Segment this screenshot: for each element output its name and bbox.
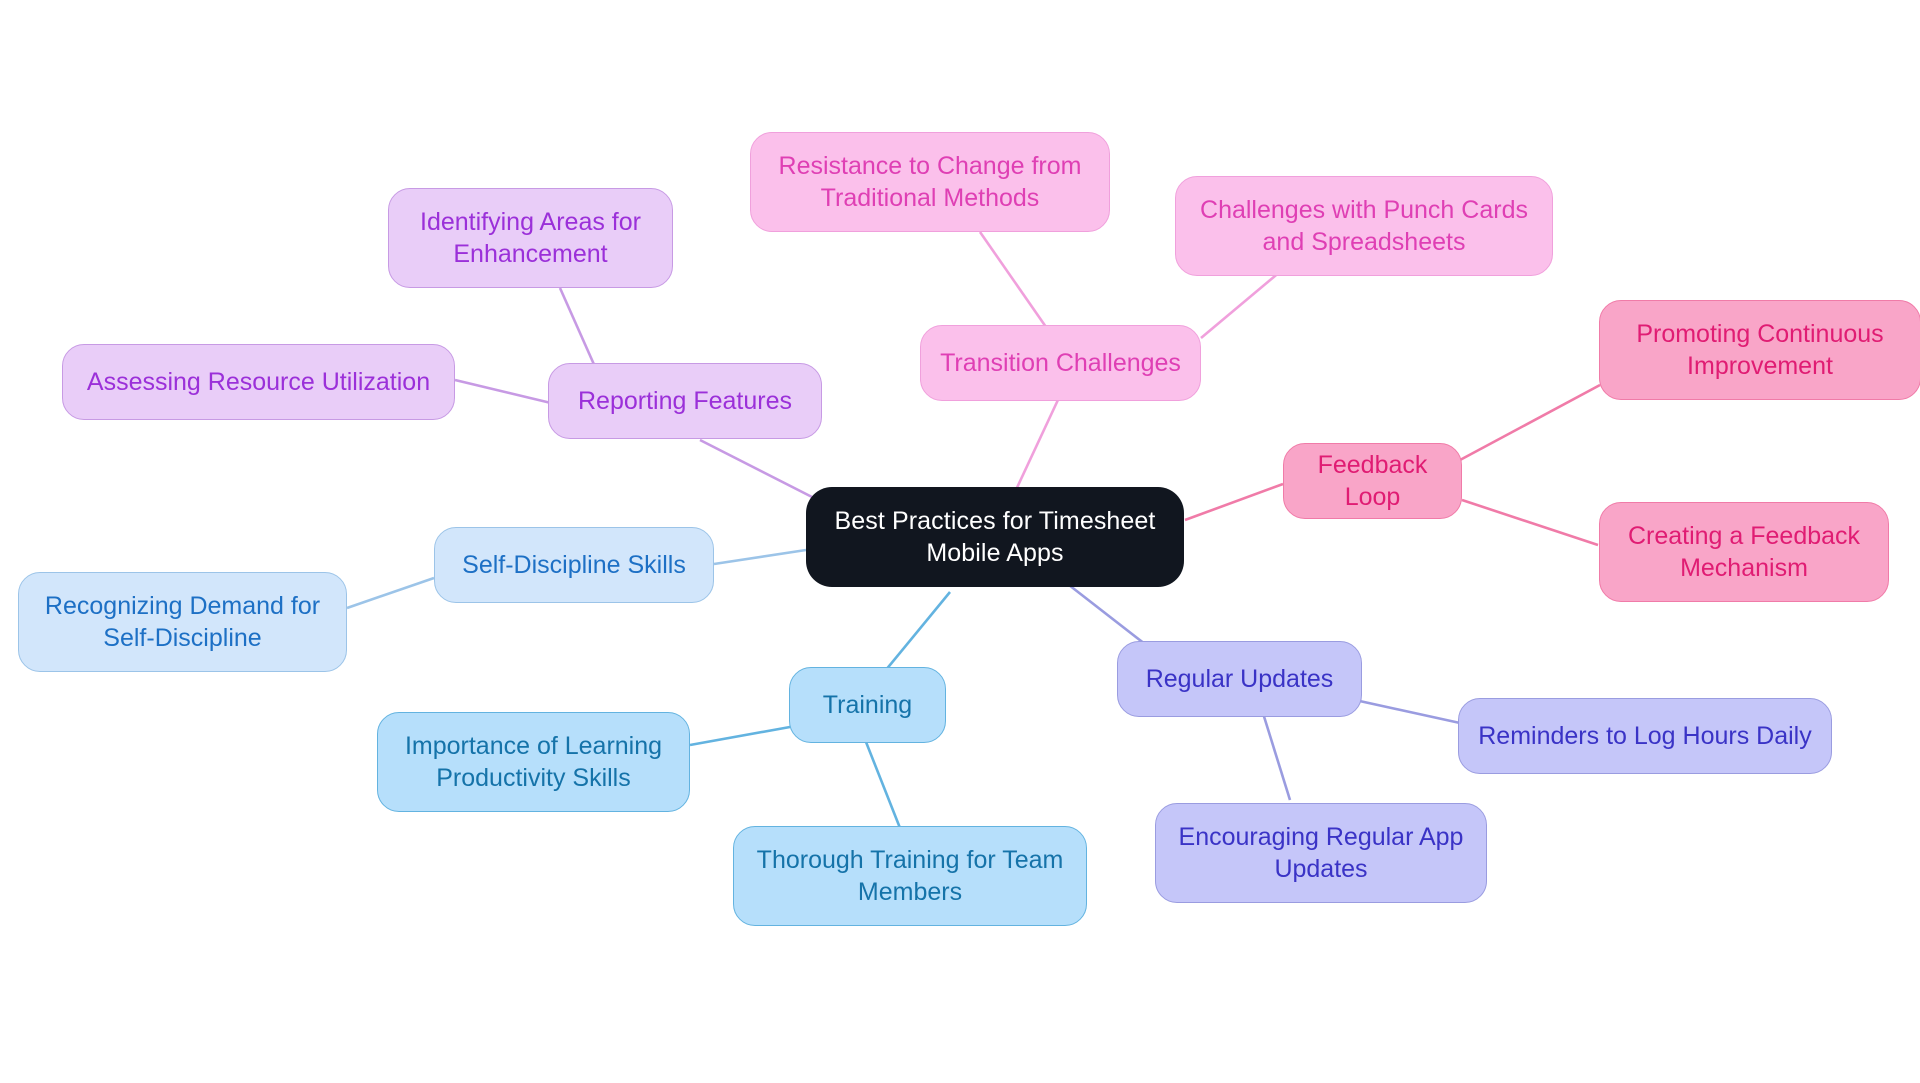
node-importance-learning-productivity-label: Importance of Learning Productivity Skil… xyxy=(404,732,663,792)
node-self-discipline-skills[interactable]: Self-Discipline Skills xyxy=(434,527,714,603)
node-regular-updates[interactable]: Regular Updates xyxy=(1117,641,1362,717)
mindmap-canvas: Best Practices for Timesheet Mobile Apps… xyxy=(0,0,1920,1083)
node-transition-challenges[interactable]: Transition Challenges xyxy=(920,325,1201,401)
node-importance-learning-productivity[interactable]: Importance of Learning Productivity Skil… xyxy=(377,712,690,812)
edge-self-discipline-recognizing xyxy=(346,576,435,610)
edge-root-regular-updates xyxy=(1059,576,1151,650)
node-promoting-continuous-improvement[interactable]: Promoting Continuous Improvement xyxy=(1599,300,1920,400)
node-feedback-loop[interactable]: Feedback Loop xyxy=(1283,443,1462,519)
node-regular-updates-label: Regular Updates xyxy=(1145,665,1334,693)
node-challenges-punch-cards-label: Challenges with Punch Cards and Spreadsh… xyxy=(1200,196,1528,256)
edge-root-transition-challenges xyxy=(1013,386,1066,493)
node-assessing-resource-utilization-label: Assessing Resource Utilization xyxy=(86,368,431,396)
edge-regular-encouraging xyxy=(1260,709,1292,801)
node-promoting-continuous-improvement-label: Promoting Continuous Improvement xyxy=(1636,320,1884,380)
node-creating-feedback-mechanism[interactable]: Creating a Feedback Mechanism xyxy=(1599,502,1889,602)
node-reminders-log-hours[interactable]: Reminders to Log Hours Daily xyxy=(1458,698,1832,774)
node-assessing-resource-utilization[interactable]: Assessing Resource Utilization xyxy=(62,344,455,420)
node-creating-feedback-mechanism-label: Creating a Feedback Mechanism xyxy=(1627,522,1861,582)
node-reporting-features[interactable]: Reporting Features xyxy=(548,363,822,439)
node-resistance-to-change[interactable]: Resistance to Change from Traditional Me… xyxy=(750,132,1110,232)
node-feedback-loop-label: Feedback Loop xyxy=(1317,451,1428,511)
node-identifying-areas-for-enhancement[interactable]: Identifying Areas for Enhancement xyxy=(388,188,673,288)
edge-transition-resistance xyxy=(978,231,1048,328)
node-training[interactable]: Training xyxy=(789,667,946,743)
node-transition-challenges-label: Transition Challenges xyxy=(940,349,1181,377)
edge-training-importance xyxy=(689,725,791,747)
node-root-label: Best Practices for Timesheet Mobile Apps xyxy=(834,507,1156,567)
node-reporting-features-label: Reporting Features xyxy=(577,387,792,415)
edge-feedback-promoting xyxy=(1459,383,1601,462)
node-thorough-training-team[interactable]: Thorough Training for Team Members xyxy=(733,826,1087,926)
node-resistance-to-change-label: Resistance to Change from Traditional Me… xyxy=(778,152,1082,212)
node-encouraging-regular-app-updates[interactable]: Encouraging Regular App Updates xyxy=(1155,803,1487,903)
node-recognizing-demand-self-discipline[interactable]: Recognizing Demand for Self-Discipline xyxy=(18,572,347,672)
node-self-discipline-skills-label: Self-Discipline Skills xyxy=(462,551,686,579)
edge-regular-reminders xyxy=(1354,698,1461,725)
node-reminders-log-hours-label: Reminders to Log Hours Daily xyxy=(1478,722,1812,750)
edge-root-self-discipline-skills xyxy=(713,548,807,566)
node-root[interactable]: Best Practices for Timesheet Mobile Apps xyxy=(806,487,1184,587)
edge-training-thorough xyxy=(864,741,902,829)
node-training-label: Training xyxy=(822,691,913,719)
node-identifying-areas-for-enhancement-label: Identifying Areas for Enhancement xyxy=(420,208,641,268)
edge-feedback-creating xyxy=(1461,498,1599,547)
edge-root-reporting-features xyxy=(699,438,813,499)
node-encouraging-regular-app-updates-label: Encouraging Regular App Updates xyxy=(1178,823,1464,883)
node-recognizing-demand-self-discipline-label: Recognizing Demand for Self-Discipline xyxy=(44,592,321,652)
edge-root-feedback-loop xyxy=(1184,482,1284,522)
node-thorough-training-team-label: Thorough Training for Team Members xyxy=(756,846,1064,906)
edge-reporting-assessing xyxy=(454,378,552,405)
node-challenges-punch-cards[interactable]: Challenges with Punch Cards and Spreadsh… xyxy=(1175,176,1553,276)
